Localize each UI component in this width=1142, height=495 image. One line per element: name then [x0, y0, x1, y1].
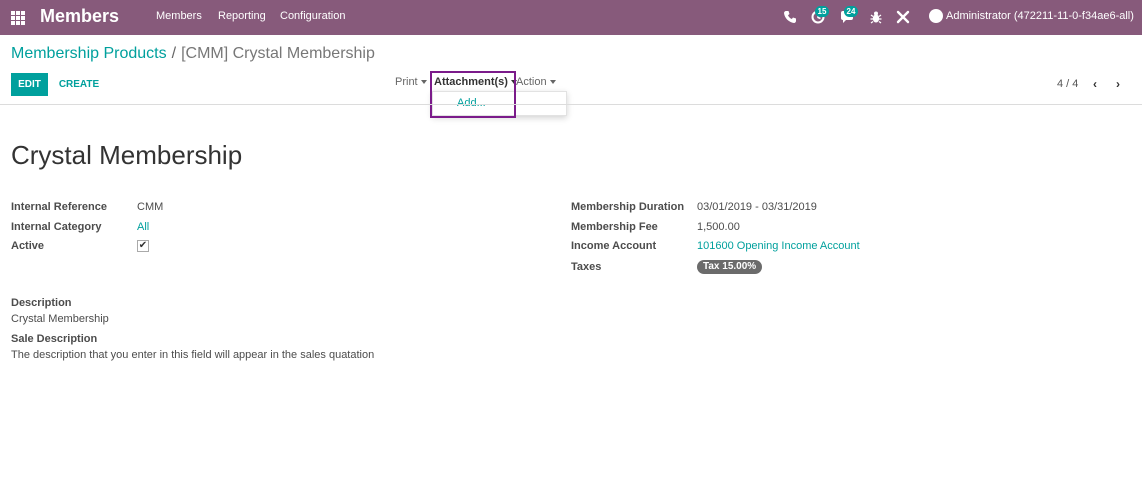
control-panel-divider [0, 104, 1142, 105]
pager-previous-button[interactable]: ‹ [1088, 77, 1102, 91]
tax-tag[interactable]: Tax 15.00% [697, 260, 763, 274]
user-avatar[interactable] [929, 9, 943, 23]
action-caret-icon [549, 80, 556, 85]
internal-category-link[interactable]: All [137, 221, 149, 233]
breadcrumb-current: [CMM] Crystal Membership [181, 45, 375, 62]
active-label: Active [11, 240, 45, 252]
messages-count-badge: 24 [844, 6, 858, 17]
income-account-label: Income Account [571, 240, 657, 252]
sale-description-label: Sale Description [11, 333, 98, 345]
print-label: Print [395, 76, 418, 88]
action-label: Action [516, 76, 547, 88]
membership-duration-value: 03/01/2019 - 03/31/2019 [697, 201, 817, 213]
breadcrumb-parent-link[interactable]: Membership Products [11, 45, 167, 62]
print-caret-icon [420, 80, 427, 85]
membership-fee-value: 1,500.00 [697, 221, 740, 233]
create-button[interactable]: CREATE [53, 73, 105, 96]
internal-category-label: Internal Category [11, 221, 102, 233]
pager-next-button[interactable]: › [1111, 77, 1125, 91]
pager-value[interactable]: 4 / 4 [1057, 78, 1078, 90]
active-checkbox[interactable]: ✔ [137, 240, 149, 252]
taxes-label: Taxes [571, 261, 602, 273]
attachments-dropdown-toggle[interactable]: Attachment(s) [434, 76, 517, 88]
menu-members[interactable]: Members [156, 10, 202, 22]
description-value: Crystal Membership [11, 313, 109, 325]
activity-count-badge: 15 [815, 6, 829, 17]
menu-reporting[interactable]: Reporting [218, 10, 266, 22]
internal-reference-value: CMM [137, 201, 164, 213]
internal-reference-label: Internal Reference [11, 201, 107, 213]
breadcrumb-separator: / [171, 45, 177, 62]
description-label: Description [11, 297, 72, 309]
breadcrumb: Membership Products / [CMM] Crystal Member… [11, 45, 375, 63]
phone-icon[interactable] [782, 9, 798, 25]
attachments-label: Attachment(s) [434, 76, 508, 88]
edit-button[interactable]: EDIT [11, 73, 48, 96]
income-account-link[interactable]: 101600 Opening Income Account [697, 240, 860, 252]
sale-description-value: The description that you enter in this f… [11, 349, 375, 361]
tools-icon[interactable] [895, 9, 911, 25]
top-navbar: Members Members Reporting Configuration … [0, 0, 1142, 35]
attachment-add-item[interactable]: Add... [457, 97, 486, 109]
user-menu[interactable]: Administrator (472211-11-0-f34ae6-all) [946, 10, 1134, 22]
print-dropdown-toggle[interactable]: Print [395, 76, 427, 88]
app-brand: Members [40, 6, 120, 26]
membership-fee-label: Membership Fee [571, 221, 658, 233]
product-title: Crystal Membership [11, 140, 243, 170]
action-dropdown-toggle[interactable]: Action [516, 76, 556, 88]
debug-bug-icon[interactable] [868, 9, 884, 25]
menu-configuration[interactable]: Configuration [280, 10, 345, 22]
apps-grid-icon[interactable] [11, 11, 25, 25]
membership-duration-label: Membership Duration [571, 201, 685, 213]
